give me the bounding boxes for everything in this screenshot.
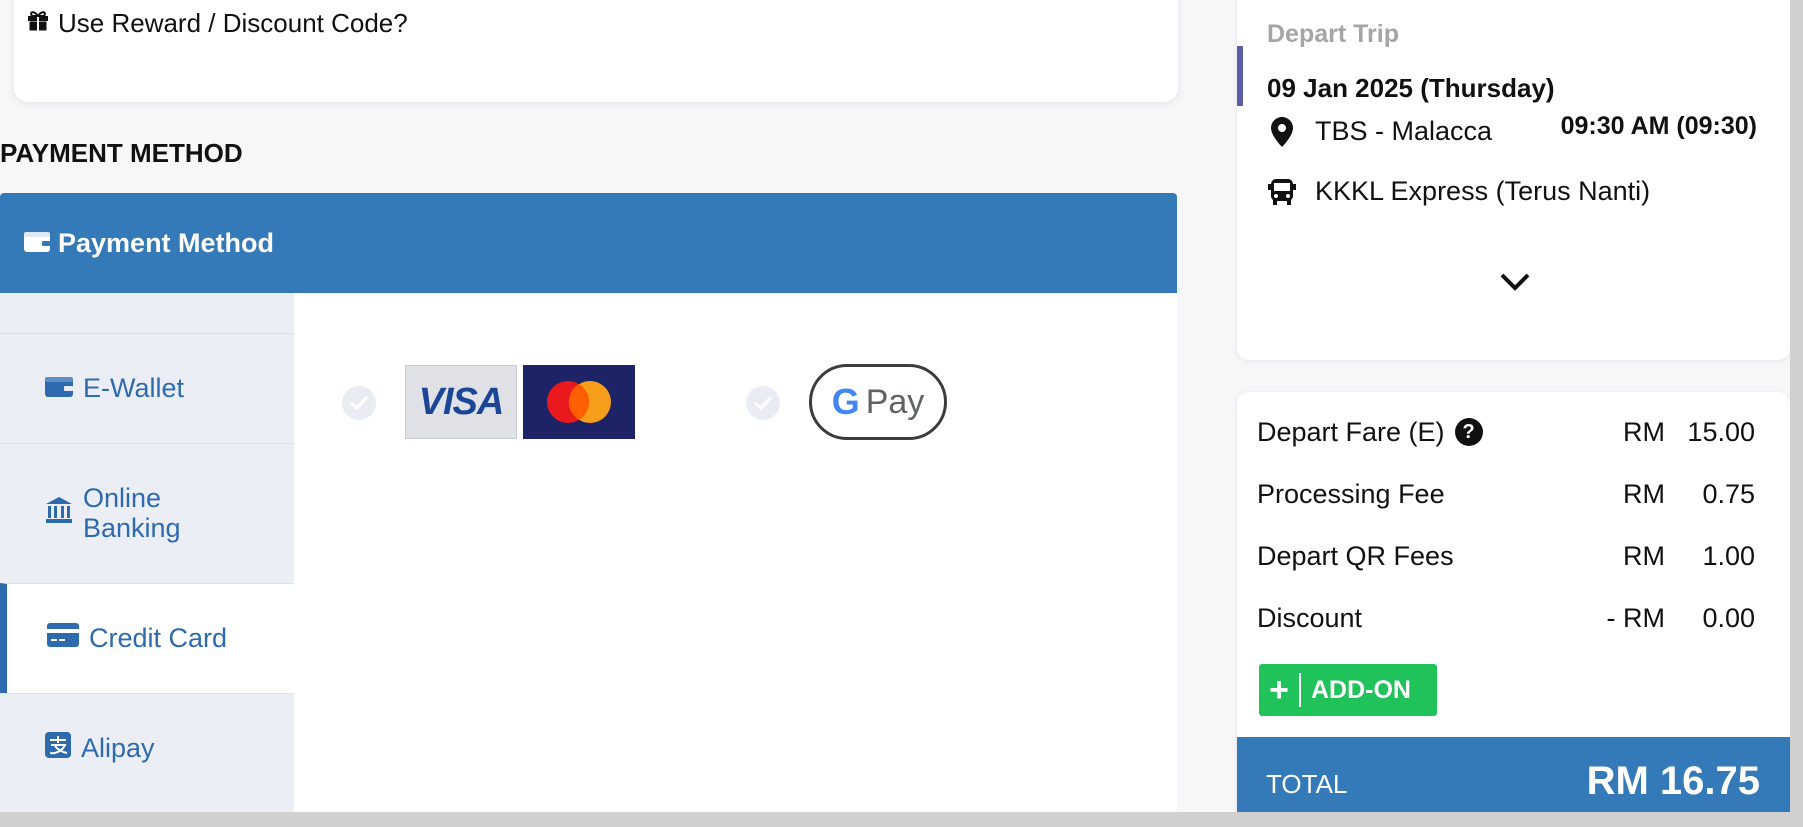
trip-summary-card: Depart Trip 09 Jan 2025 (Thursday) TBS -… [1237, 0, 1790, 360]
payment-tabs: E-Wallet Online Banking Credit Card Alip… [0, 293, 294, 812]
fare-amount: 0.00 [1702, 602, 1755, 633]
fare-label: Discount [1257, 602, 1363, 633]
fare-label: Depart Fare (E) ? [1257, 417, 1483, 448]
trip-date: 09 Jan 2025 (Thursday) [1267, 73, 1555, 103]
fare-row: Depart Fare (E) ? RM 15.00 [1257, 412, 1777, 452]
tab-e-wallet[interactable]: E-Wallet [0, 333, 294, 443]
google-pay-label: Pay [865, 382, 925, 421]
credit-card-icon [47, 623, 79, 654]
tab-credit-card[interactable]: Credit Card [0, 583, 294, 693]
checkout-page: Use Reward / Discount Code? PAYMENT METH… [0, 0, 1790, 812]
chevron-down-icon[interactable] [1499, 272, 1531, 297]
trip-time: 09:30 AM (09:30) [1560, 112, 1757, 140]
help-icon[interactable]: ? [1454, 418, 1483, 446]
fare-amount: 1.00 [1702, 540, 1755, 571]
fare-row: Depart QR Fees RM 1.00 [1257, 536, 1777, 576]
fare-label: Processing Fee [1257, 478, 1445, 509]
divider [1299, 673, 1301, 707]
reward-card: Use Reward / Discount Code? [14, 0, 1178, 102]
payment-method-panel: Payment Method E-Wallet Online Banking C… [0, 193, 1177, 812]
fare-summary-card: Depart Fare (E) ? RM 15.00 Processing Fe… [1237, 392, 1790, 812]
tab-label-line1: Online [83, 482, 162, 513]
trip-label: Depart Trip [1267, 20, 1399, 48]
total-bar: TOTAL RM 16.75 [1237, 737, 1790, 812]
fare-row: Processing Fee RM 0.75 [1257, 474, 1777, 514]
bank-icon [45, 496, 73, 531]
fare-currency: RM [1623, 416, 1665, 447]
alipay-icon [45, 732, 71, 765]
tab-alipay[interactable]: Alipay [0, 693, 294, 803]
trip-operator-label: KKKL Express (Terus Nanti) [1315, 176, 1651, 206]
tab-label-line2: Banking [83, 512, 181, 543]
fare-label-text: Depart Fare (E) [1257, 416, 1445, 447]
visa-logo[interactable]: VISA [405, 365, 517, 439]
gift-icon [26, 8, 58, 39]
fare-currency: RM [1623, 540, 1665, 571]
total-label: TOTAL [1266, 769, 1348, 799]
fare-currency: RM [1623, 478, 1665, 509]
trip-origin: TBS - Malacca [1267, 116, 1492, 147]
tab-label: Online Banking [83, 482, 181, 543]
section-title: PAYMENT METHOD [0, 138, 243, 168]
tab-label: Alipay [81, 732, 155, 763]
fare-label: Depart QR Fees [1257, 540, 1454, 571]
payment-options: VISA G Pay [294, 293, 1177, 812]
mastercard-logo[interactable] [523, 365, 635, 439]
payment-method-header: Payment Method [0, 193, 1177, 293]
location-pin-icon [1267, 116, 1297, 147]
fare-row: Discount - RM 0.00 [1257, 598, 1777, 638]
add-on-button[interactable]: + ADD-ON [1259, 664, 1437, 716]
fare-amount: 0.75 [1702, 478, 1755, 509]
checkmark-icon[interactable] [342, 386, 376, 420]
tab-label: Credit Card [89, 622, 228, 653]
fare-amount: 15.00 [1687, 416, 1755, 447]
total-value: RM 16.75 [1586, 759, 1760, 803]
checkmark-icon[interactable] [746, 386, 780, 420]
trip-accent-bar [1237, 46, 1243, 106]
tab-label: E-Wallet [83, 372, 185, 403]
trip-origin-label: TBS - Malacca [1315, 116, 1493, 146]
payment-method-header-label: Payment Method [58, 227, 275, 258]
wallet-icon [24, 228, 58, 259]
reward-label: Use Reward / Discount Code? [58, 8, 408, 38]
google-pay-logo[interactable]: G Pay [809, 364, 947, 440]
fare-currency: - RM [1606, 602, 1665, 633]
tab-online-banking[interactable]: Online Banking [0, 443, 294, 583]
add-on-label: ADD-ON [1311, 675, 1411, 704]
reward-discount-link[interactable]: Use Reward / Discount Code? [26, 8, 408, 39]
google-g-icon: G [831, 381, 860, 422]
plus-icon: + [1269, 670, 1289, 709]
bus-icon [1267, 178, 1297, 206]
wallet-icon [45, 373, 73, 404]
trip-operator: KKKL Express (Terus Nanti) [1267, 176, 1650, 207]
